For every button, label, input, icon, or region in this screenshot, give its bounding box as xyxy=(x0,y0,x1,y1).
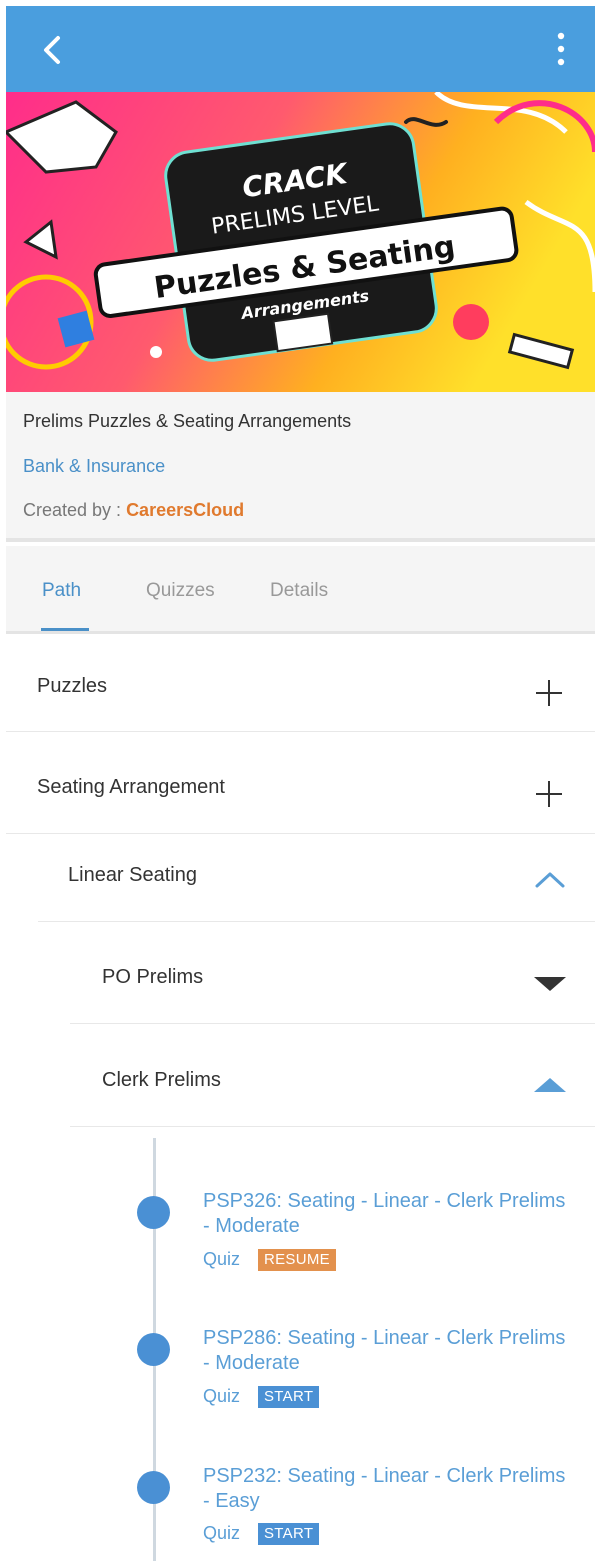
resume-badge[interactable]: RESUME xyxy=(258,1249,336,1271)
active-tab-indicator xyxy=(41,628,89,631)
timeline-node xyxy=(137,1471,170,1504)
creator-name-link[interactable]: CareersCloud xyxy=(126,500,244,520)
group-po-prelims-label[interactable]: PO Prelims xyxy=(102,966,203,989)
timeline-node xyxy=(137,1333,170,1366)
section-puzzles-label[interactable]: Puzzles xyxy=(37,675,107,698)
course-banner-image: CRACK PRELIMS LEVEL Puzzles & Seating Ar… xyxy=(6,92,595,392)
section-seating-arrangement-label[interactable]: Seating Arrangement xyxy=(37,776,225,799)
divider xyxy=(38,921,595,922)
chevron-up-icon[interactable] xyxy=(533,870,567,890)
creator-label: Created by : xyxy=(23,500,127,520)
back-arrow-icon[interactable] xyxy=(36,32,72,68)
subsection-linear-seating-label[interactable]: Linear Seating xyxy=(68,864,197,887)
tab-path[interactable]: Path xyxy=(42,580,81,602)
plus-icon[interactable] xyxy=(536,680,562,706)
course-category-link[interactable]: Bank & Insurance xyxy=(23,456,165,477)
start-badge[interactable]: START xyxy=(258,1523,320,1545)
divider xyxy=(6,731,595,732)
more-vert-icon[interactable] xyxy=(549,30,573,70)
course-creator: Created by : CareersCloud xyxy=(23,500,244,521)
group-clerk-prelims-label[interactable]: Clerk Prelims xyxy=(102,1069,221,1092)
tab-details[interactable]: Details xyxy=(270,580,328,602)
caret-down-icon[interactable] xyxy=(532,975,568,993)
quiz-item-type: Quiz xyxy=(203,1249,241,1269)
plus-icon[interactable] xyxy=(536,781,562,807)
course-title: Prelims Puzzles & Seating Arrangements xyxy=(23,411,352,431)
course-info: Prelims Puzzles & Seating Arrangements B… xyxy=(6,392,595,542)
divider xyxy=(70,1126,595,1127)
caret-up-icon[interactable] xyxy=(532,1076,568,1094)
quiz-item-title[interactable]: PSP326: Seating - Linear - Clerk Prelims… xyxy=(203,1189,573,1239)
quiz-item-type: Quiz xyxy=(203,1386,241,1406)
app-bar xyxy=(6,6,595,92)
start-badge[interactable]: START xyxy=(258,1386,320,1408)
quiz-item-title[interactable]: PSP286: Seating - Linear - Clerk Prelims… xyxy=(203,1326,573,1376)
divider xyxy=(70,1023,595,1024)
tab-quizzes[interactable]: Quizzes xyxy=(146,580,215,602)
tab-bar: Path Quizzes Details xyxy=(6,546,595,634)
timeline-node xyxy=(137,1196,170,1229)
quiz-item-type: Quiz xyxy=(203,1523,241,1543)
divider xyxy=(6,833,595,834)
quiz-item-title[interactable]: PSP232: Seating - Linear - Clerk Prelims… xyxy=(203,1464,573,1514)
